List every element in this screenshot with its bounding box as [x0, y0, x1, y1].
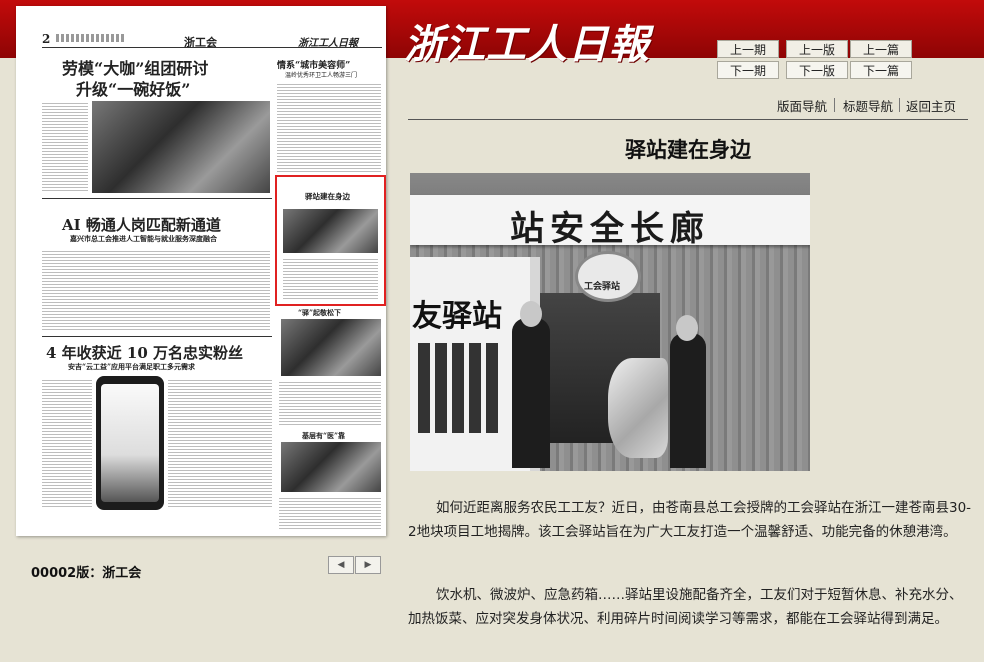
- next-page-arrow-icon[interactable]: ▶: [355, 556, 381, 574]
- thumb-text-block: [283, 257, 378, 299]
- thumb-headline-2: AI 畅通人岗匹配新通道: [62, 216, 221, 234]
- thumb-text-block: [42, 249, 270, 331]
- thumb-headline-3: 4 年收获近 10 万名忠实粉丝: [46, 344, 243, 362]
- article-paragraph-1: 如何近距离服务农民工工友？近日，由苍南县总工会授牌的工会驿站在浙江一建苍南县30…: [408, 500, 972, 540]
- thumb-text-block: [42, 378, 92, 508]
- next-article-button[interactable]: 下一篇: [850, 61, 912, 79]
- article-paragraph-2: 饮水机、微波炉、应急药箱……驿站里设施配备齐全，工友们对于短暂休息、补充水分、加…: [408, 587, 963, 627]
- divider: [834, 98, 835, 112]
- thumb-text-block: [277, 82, 381, 172]
- photo-badge-text: 工会驿站: [584, 282, 621, 292]
- thumb-photo-chefs: [92, 101, 270, 193]
- article-highlight-box[interactable]: 驿站建在身边: [275, 175, 386, 306]
- page-label: 00002版：浙工会: [31, 566, 142, 581]
- thumb-side-head-3: 基层有“医”靠: [302, 431, 346, 440]
- person-left: [512, 318, 550, 468]
- article-photo[interactable]: 站安全长廊 友驿站 工会驿站: [410, 173, 810, 471]
- thumb-text-block: [42, 101, 88, 193]
- home-link[interactable]: 返回主页: [906, 96, 956, 115]
- thumb-photo-group: [281, 319, 381, 376]
- prev-issue-button[interactable]: 上一期: [717, 40, 779, 58]
- sign-icons: [418, 343, 502, 433]
- header-rule: [408, 119, 968, 120]
- page-thumbnail[interactable]: 2 浙工会 浙江工人日報 劳模“大咖”组团研讨 升级“一碗好饭” 情系“城市美容…: [16, 6, 386, 536]
- title-nav-link[interactable]: 标题导航: [843, 96, 893, 115]
- next-page-button[interactable]: 下一版: [786, 61, 848, 79]
- thumb-headline-3-sub: 安吉“云工益”应用平台满足职工多元需求: [68, 362, 196, 371]
- thumb-page-number: 2: [42, 32, 51, 46]
- person-right: [670, 333, 706, 468]
- divider: [899, 98, 900, 112]
- thumb-rule: [42, 47, 382, 48]
- newspaper-logo[interactable]: 浙江工人日報: [404, 12, 650, 70]
- thumb-date-line: [56, 34, 126, 42]
- thumb-box-title: 驿站建在身边: [305, 192, 350, 201]
- prev-page-arrow-icon[interactable]: ◀: [328, 556, 354, 574]
- sign-text: 友驿站: [412, 299, 502, 334]
- thumb-headline-1b: 升级“一碗好饭”: [76, 80, 191, 99]
- thumb-text-block: [279, 380, 381, 426]
- thumb-photo-clinic: [281, 442, 381, 492]
- prev-article-button[interactable]: 上一篇: [850, 40, 912, 58]
- thumb-rule: [42, 198, 272, 199]
- thumb-box-photo: [283, 209, 378, 253]
- thumb-text-block: [168, 378, 272, 508]
- article-title: 驿站建在身边: [625, 138, 751, 162]
- unveiling-cloth: [608, 358, 668, 458]
- photo-banner-text: 站安全长廊: [510, 209, 710, 249]
- thumb-mid-head: “驿”起敬松下: [298, 308, 342, 317]
- thumb-headline-2-sub: 嘉兴市总工会推进人工智能与就业服务深度融合: [70, 234, 217, 243]
- thumb-rule: [42, 336, 272, 337]
- page-nav-link[interactable]: 版面导航: [777, 96, 827, 115]
- next-issue-button[interactable]: 下一期: [717, 61, 779, 79]
- thumb-phone-screenshot: [96, 376, 164, 510]
- thumb-side-sub: 温岭优秀环卫工人畅游三门: [285, 72, 358, 79]
- prev-page-button[interactable]: 上一版: [786, 40, 848, 58]
- thumb-text-block: [279, 496, 381, 530]
